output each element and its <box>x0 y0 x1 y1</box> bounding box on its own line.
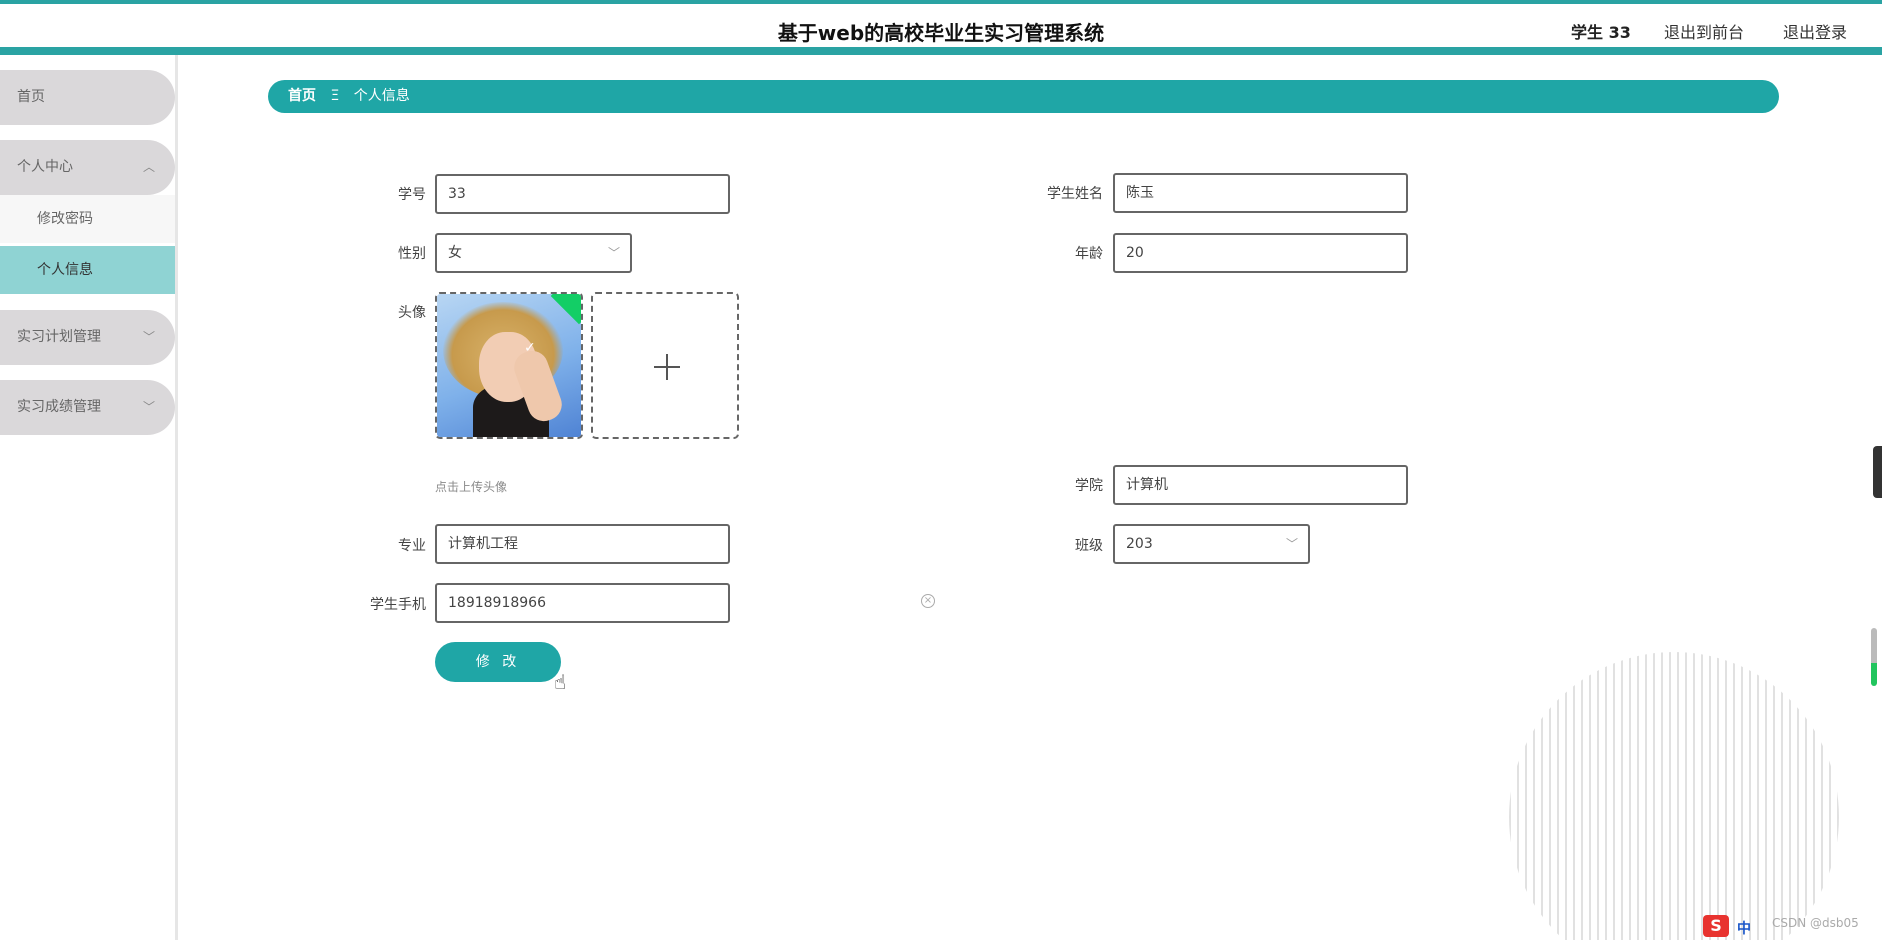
chevron-down-icon: ﹀ <box>142 330 155 344</box>
gender-label: 性别 <box>398 246 426 262</box>
decorative-disk <box>1509 652 1839 940</box>
age-label: 年龄 <box>1075 246 1103 262</box>
decorative-striped-circle <box>1509 652 1839 940</box>
class-label: 班级 <box>1075 538 1103 554</box>
check-icon: ✓ <box>524 340 536 356</box>
header-bar: 基于web的高校毕业生实习管理系统 学生 33 退出到前台 退出登录 <box>0 4 1882 47</box>
sidebar-item-label: 修改密码 <box>37 211 93 227</box>
avatar-thumbnail[interactable]: ✓ <box>435 292 583 439</box>
student-name-input[interactable]: 陈玉 <box>1113 173 1408 213</box>
sidebar-item-personal-info[interactable]: 个人信息 <box>0 246 175 294</box>
sidebar-item-label: 实习计划管理 <box>17 329 101 345</box>
student-id-input[interactable]: 33 <box>435 174 730 214</box>
gender-select[interactable]: 女 ﹀ <box>435 233 632 273</box>
sidebar-item-label: 实习成绩管理 <box>17 399 101 415</box>
major-label: 专业 <box>398 538 426 554</box>
current-user-label: 学生 33 <box>1571 23 1631 42</box>
chevron-up-icon: ︿ <box>142 160 155 174</box>
college-label: 学院 <box>1075 478 1103 494</box>
avatar-upload-button[interactable] <box>591 292 739 439</box>
chevron-down-icon: ﹀ <box>142 400 155 414</box>
chevron-down-icon: ﹀ <box>1285 537 1298 551</box>
scroll-progress-indicator <box>1871 628 1877 686</box>
sidebar-item-change-password[interactable]: 修改密码 <box>0 195 175 243</box>
scroll-handle[interactable] <box>1873 446 1882 498</box>
sidebar: 首页 个人中心 ︿ 修改密码 个人信息 实习计划管理 ﹀ 实习成绩管理 ﹀ <box>0 55 178 940</box>
clear-icon[interactable]: × <box>921 594 935 608</box>
breadcrumb-current: 个人信息 <box>353 88 410 104</box>
gender-select-value: 女 <box>448 245 462 261</box>
breadcrumb-separator: Ξ <box>330 88 340 104</box>
avatar-label: 头像 <box>398 305 426 321</box>
sidebar-item-label: 个人信息 <box>37 262 93 278</box>
breadcrumb-home[interactable]: 首页 <box>288 88 316 104</box>
sidebar-item-internship-score[interactable]: 实习成绩管理 ﹀ <box>0 380 175 435</box>
logout-link[interactable]: 退出登录 <box>1783 19 1847 43</box>
class-select[interactable]: 203 ﹀ <box>1113 524 1310 564</box>
phone-input[interactable]: 18918918966 <box>435 583 730 623</box>
college-input[interactable]: 计算机 <box>1113 465 1408 505</box>
major-input[interactable]: 计算机工程 <box>435 524 730 564</box>
class-select-value: 203 <box>1126 536 1153 552</box>
ime-language-indicator[interactable]: 中 <box>1737 918 1751 938</box>
sidebar-item-label: 个人中心 <box>17 159 73 175</box>
sidebar-item-label: 首页 <box>17 89 45 105</box>
watermark: CSDN @dsb05 <box>1772 916 1859 930</box>
phone-label: 学生手机 <box>370 597 426 613</box>
submit-button[interactable]: 修 改 <box>435 642 561 682</box>
breadcrumb: 首页 Ξ 个人信息 <box>268 80 1779 113</box>
chevron-down-icon: ﹀ <box>607 246 620 260</box>
upload-tip: 点击上传头像 <box>435 480 508 494</box>
header-bottom-stripe <box>0 47 1882 55</box>
sidebar-item-personal-center[interactable]: 个人中心 ︿ <box>0 140 175 195</box>
pointer-hand-icon: ☝ <box>554 670 567 694</box>
student-name-label: 学生姓名 <box>1047 186 1103 202</box>
age-input[interactable]: 20 <box>1113 233 1408 273</box>
student-id-label: 学号 <box>398 187 426 203</box>
ime-logo-icon: S <box>1703 915 1729 937</box>
exit-to-front-link[interactable]: 退出到前台 <box>1664 19 1744 43</box>
sidebar-item-home[interactable]: 首页 <box>0 70 175 125</box>
plus-icon-vertical <box>666 354 668 380</box>
sidebar-item-internship-plan[interactable]: 实习计划管理 ﹀ <box>0 310 175 365</box>
